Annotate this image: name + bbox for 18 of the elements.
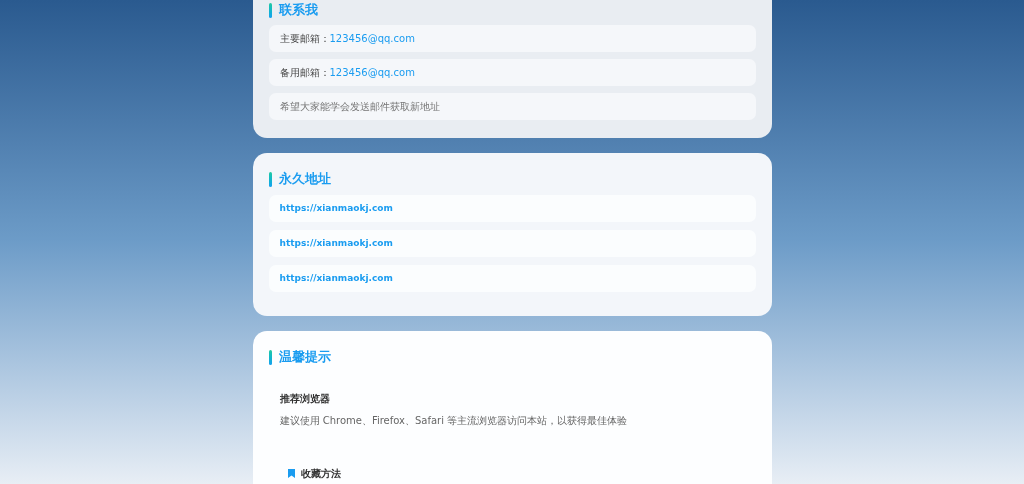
email-label: 备用邮箱： — [279, 66, 330, 80]
note-text: 希望大家能学会发送邮件获取新地址 — [279, 100, 440, 114]
section-title: 联系我 — [278, 1, 318, 19]
tip-text: 建议使用 Chrome、Firefox、Safari 等主流浏览器访问本站，以获得最佳体验 — [279, 414, 629, 428]
url-link[interactable]: https://xianmaokj.com — [279, 271, 393, 286]
section-title: 永久地址 — [278, 170, 331, 188]
url-link[interactable]: https://xianmaokj.com — [279, 201, 393, 216]
email-link[interactable]: 123456@qq.com — [329, 31, 415, 46]
email-label: 主要邮箱： — [279, 32, 330, 46]
tip-subheading: 收藏方法 — [300, 467, 341, 481]
tip-heading: 推荐浏览器 — [279, 392, 331, 406]
title-accent-bar — [268, 349, 272, 365]
url-link[interactable]: https://xianmaokj.com — [279, 236, 393, 251]
title-accent-bar — [268, 171, 272, 187]
section-title: 温馨提示 — [278, 348, 331, 366]
bookmark-icon — [287, 469, 295, 478]
title-accent-bar — [268, 2, 272, 18]
email-link[interactable]: 123456@qq.com — [329, 65, 415, 80]
